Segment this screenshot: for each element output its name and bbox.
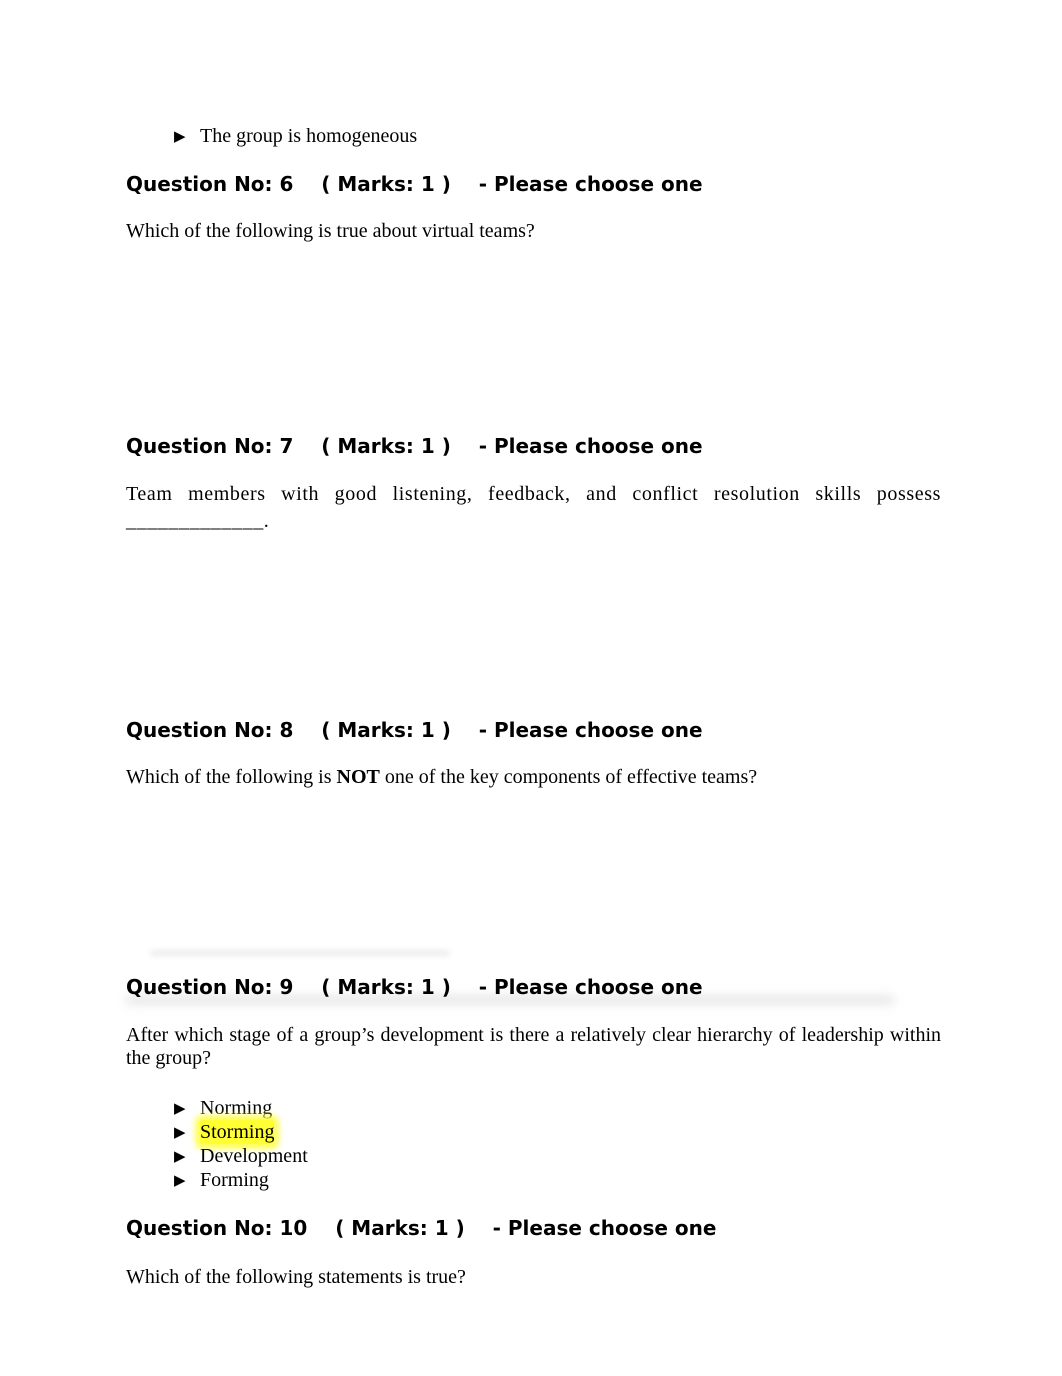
question-5-option: ▶ The group is homogeneous (174, 124, 417, 148)
question-marks: ( Marks: 1 ) (321, 718, 451, 742)
option-text: Forming (200, 1169, 269, 1191)
question-9-text: After which stage of a group’s developme… (126, 1024, 941, 1069)
bullet-arrow-icon: ▶ (174, 1099, 186, 1117)
question-6-text: Which of the following is true about vir… (126, 220, 535, 242)
option-item-selected[interactable]: ▶ Storming (174, 1120, 308, 1144)
question-instruction: - Please choose one (478, 434, 703, 458)
question-8-header: Question No: 8 ( Marks: 1 ) - Please cho… (126, 718, 703, 742)
bullet-arrow-icon: ▶ (174, 1147, 186, 1165)
option-text: The group is homogeneous (200, 125, 418, 147)
bullet-arrow-icon: ▶ (174, 1171, 186, 1189)
question-number: Question No: 8 (126, 718, 294, 742)
question-instruction: - Please choose one (492, 1216, 717, 1240)
question-marks: ( Marks: 1 ) (335, 1216, 465, 1240)
bullet-arrow-icon: ▶ (174, 127, 186, 145)
blur-artifact (150, 950, 450, 956)
question-10-text: Which of the following statements is tru… (126, 1266, 466, 1288)
question-7-header: Question No: 7 ( Marks: 1 ) - Please cho… (126, 434, 703, 458)
option-item[interactable]: ▶ Development (174, 1144, 308, 1168)
question-10-header: Question No: 10 ( Marks: 1 ) - Please ch… (126, 1216, 716, 1240)
question-number: Question No: 9 (126, 975, 294, 999)
question-instruction: - Please choose one (478, 975, 703, 999)
question-7-text: Team members with good listening, feedba… (126, 483, 941, 532)
question-text-part: Which of the following is (126, 766, 337, 788)
document-page: ▶ The group is homogeneous Question No: … (0, 0, 1062, 1376)
option-item[interactable]: ▶ Norming (174, 1096, 308, 1120)
question-number: Question No: 10 (126, 1216, 308, 1240)
question-marks: ( Marks: 1 ) (321, 434, 451, 458)
option-text-highlighted: Storming (200, 1120, 275, 1144)
question-9-options: ▶ Norming ▶ Storming ▶ Development ▶ For… (174, 1096, 308, 1192)
question-marks: ( Marks: 1 ) (321, 172, 451, 196)
option-text: Norming (200, 1097, 273, 1119)
question-instruction: - Please choose one (478, 718, 703, 742)
question-marks: ( Marks: 1 ) (321, 975, 451, 999)
option-text: Development (200, 1145, 308, 1167)
question-number: Question No: 6 (126, 172, 294, 196)
question-instruction: - Please choose one (478, 172, 703, 196)
option-item: ▶ The group is homogeneous (174, 124, 417, 148)
question-6-header: Question No: 6 ( Marks: 1 ) - Please cho… (126, 172, 703, 196)
question-text-emphasis: NOT (336, 766, 380, 788)
question-number: Question No: 7 (126, 434, 294, 458)
question-text-part: one of the key components of effective t… (379, 766, 758, 788)
question-8-text: Which of the following is NOT one of the… (126, 765, 941, 789)
question-9-header: Question No: 9 ( Marks: 1 ) - Please cho… (126, 975, 703, 999)
bullet-arrow-icon: ▶ (174, 1123, 186, 1141)
option-item[interactable]: ▶ Forming (174, 1168, 308, 1192)
